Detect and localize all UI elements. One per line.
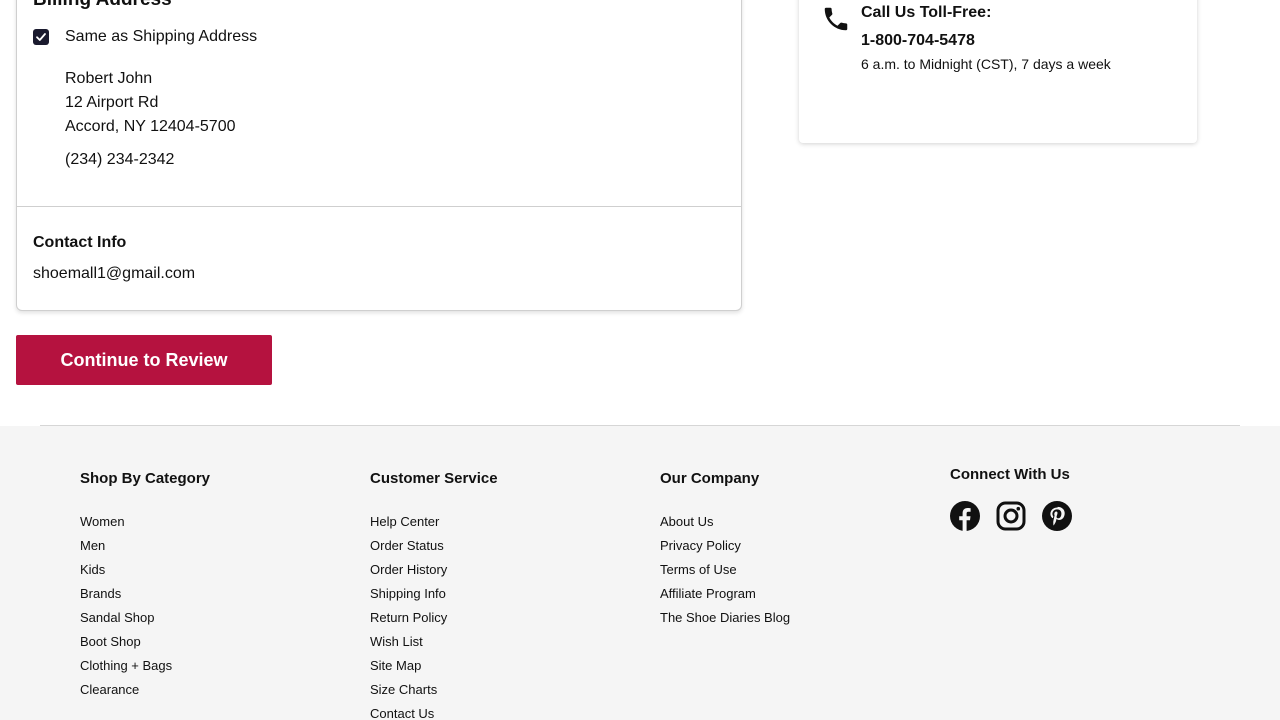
footer-link-men[interactable]: Men bbox=[80, 534, 210, 558]
billing-phone: (234) 234-2342 bbox=[65, 151, 175, 168]
footer-connect-title: Connect With Us bbox=[950, 466, 1070, 483]
contact-info-title: Contact Info bbox=[33, 234, 127, 251]
site-footer: Shop By Category Women Men Kids Brands S… bbox=[0, 426, 1280, 720]
toll-free-number[interactable]: 1-800-704-5478 bbox=[861, 32, 975, 50]
billing-name: Robert John bbox=[65, 70, 153, 87]
continue-to-review-button[interactable]: Continue to Review bbox=[16, 335, 272, 385]
footer-link-women[interactable]: Women bbox=[80, 510, 210, 534]
footer-company-column: Our Company About Us Privacy Policy Term… bbox=[660, 470, 790, 630]
footer-link-sandal-shop[interactable]: Sandal Shop bbox=[80, 606, 210, 630]
footer-link-kids[interactable]: Kids bbox=[80, 558, 210, 582]
footer-link-order-status[interactable]: Order Status bbox=[370, 534, 498, 558]
footer-link-site-map[interactable]: Site Map bbox=[370, 654, 498, 678]
billing-address-details: Robert John 12 Airport Rd Accord, NY 124… bbox=[65, 67, 235, 139]
footer-link-return-policy[interactable]: Return Policy bbox=[370, 606, 498, 630]
footer-link-shipping-info[interactable]: Shipping Info bbox=[370, 582, 498, 606]
footer-link-help-center[interactable]: Help Center bbox=[370, 510, 498, 534]
footer-link-wish-list[interactable]: Wish List bbox=[370, 630, 498, 654]
phone-icon bbox=[821, 4, 851, 34]
footer-link-boot-shop[interactable]: Boot Shop bbox=[80, 630, 210, 654]
same-as-shipping-label: Same as Shipping Address bbox=[65, 28, 258, 45]
checkbox-checked-icon[interactable] bbox=[33, 29, 49, 45]
same-as-shipping-checkbox-row[interactable]: Same as Shipping Address bbox=[33, 28, 257, 46]
footer-link-size-charts[interactable]: Size Charts bbox=[370, 678, 498, 702]
footer-shop-column: Shop By Category Women Men Kids Brands S… bbox=[80, 470, 210, 702]
billing-city-state-zip: Accord, NY 12404-5700 bbox=[65, 118, 236, 135]
footer-link-contact-us[interactable]: Contact Us bbox=[370, 702, 498, 720]
footer-service-title: Customer Service bbox=[370, 470, 498, 487]
footer-link-about-us[interactable]: About Us bbox=[660, 510, 790, 534]
footer-link-affiliate-program[interactable]: Affiliate Program bbox=[660, 582, 790, 606]
footer-link-order-history[interactable]: Order History bbox=[370, 558, 498, 582]
footer-link-brands[interactable]: Brands bbox=[80, 582, 210, 606]
section-divider bbox=[17, 206, 741, 207]
billing-address-title: Billing Address bbox=[33, 0, 172, 11]
social-links bbox=[950, 501, 1072, 531]
call-hours: 6 a.m. to Midnight (CST), 7 days a week bbox=[861, 56, 1111, 72]
footer-link-clearance[interactable]: Clearance bbox=[80, 678, 210, 702]
instagram-icon[interactable] bbox=[996, 501, 1026, 531]
footer-link-shoe-diaries-blog[interactable]: The Shoe Diaries Blog bbox=[660, 606, 790, 630]
pinterest-icon[interactable] bbox=[1042, 501, 1072, 531]
billing-address-card: Billing Address Same as Shipping Address… bbox=[16, 0, 742, 311]
facebook-icon[interactable] bbox=[950, 501, 980, 531]
call-us-card: Call Us Toll-Free: 1-800-704-5478 6 a.m.… bbox=[799, 0, 1197, 143]
contact-email: shoemall1@gmail.com bbox=[33, 265, 196, 282]
billing-street: 12 Airport Rd bbox=[65, 94, 159, 111]
footer-company-title: Our Company bbox=[660, 470, 760, 487]
footer-service-column: Customer Service Help Center Order Statu… bbox=[370, 470, 498, 720]
footer-link-terms-of-use[interactable]: Terms of Use bbox=[660, 558, 790, 582]
footer-link-privacy-policy[interactable]: Privacy Policy bbox=[660, 534, 790, 558]
footer-link-clothing-bags[interactable]: Clothing + Bags bbox=[80, 654, 210, 678]
footer-shop-title: Shop By Category bbox=[80, 470, 211, 487]
call-us-title: Call Us Toll-Free: bbox=[861, 4, 992, 21]
